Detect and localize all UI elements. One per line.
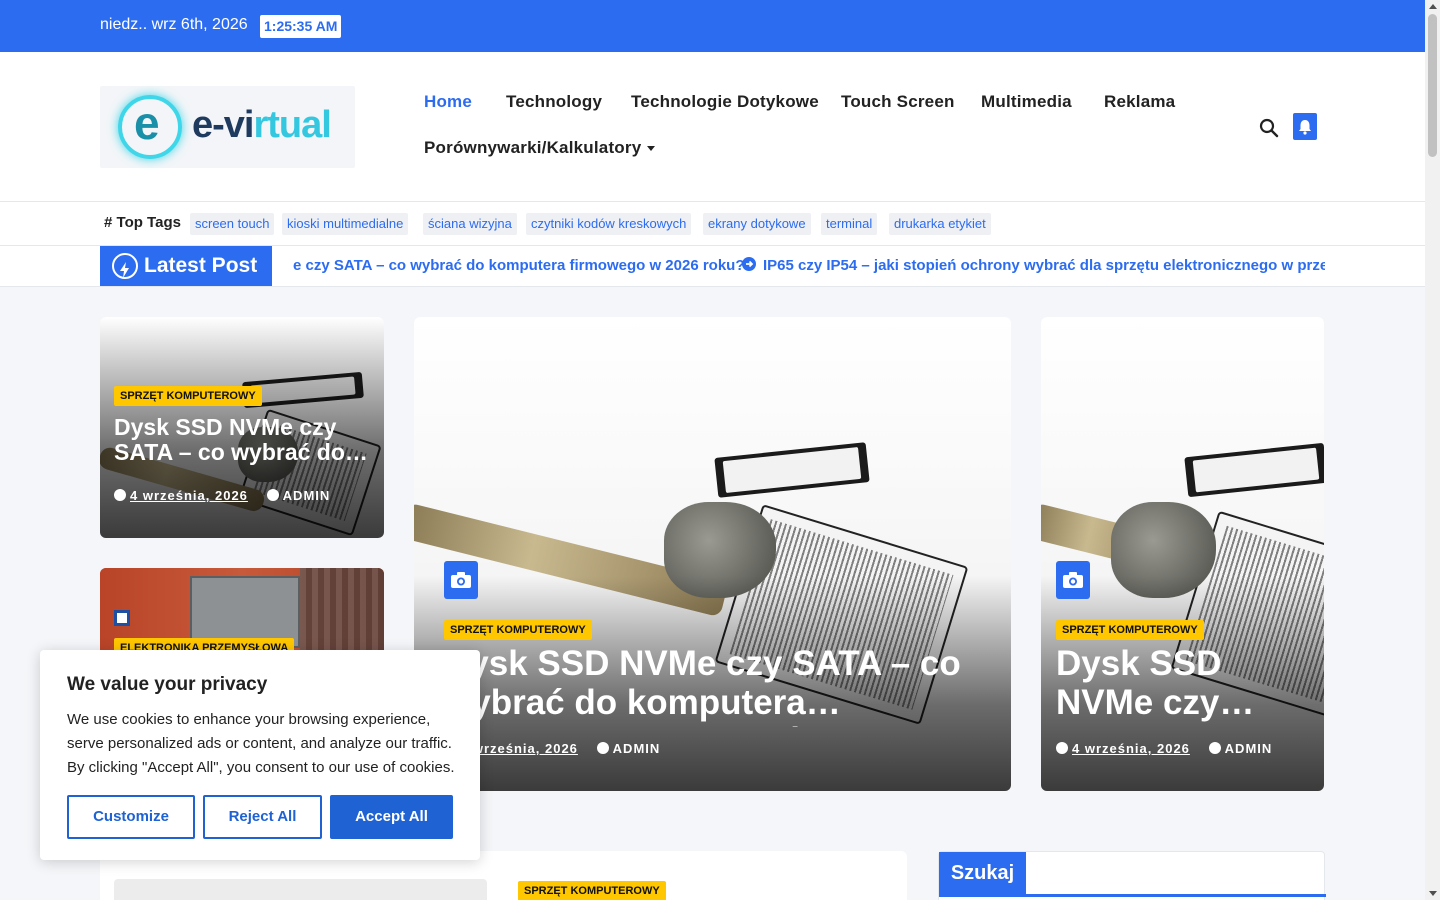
latest-post-label-text: Latest Post bbox=[144, 254, 258, 277]
bell-icon[interactable] bbox=[1293, 113, 1317, 140]
post-title[interactable]: Dysk SSD NVMe czy SATA – co wybrać do ko… bbox=[114, 415, 370, 469]
tag-link[interactable]: screen touch bbox=[190, 213, 275, 235]
logo-brand: e-virtual bbox=[192, 104, 332, 147]
pipes-image bbox=[300, 568, 384, 658]
nav-item-home[interactable]: Home bbox=[424, 92, 472, 112]
current-time: 1:25:35 AM bbox=[260, 15, 342, 38]
nav-item-porownywarki[interactable]: Porównywarki/Kalkulatory bbox=[424, 138, 656, 158]
cookie-title: We value your privacy bbox=[67, 674, 268, 695]
tag-link[interactable]: ściana wizyjna bbox=[423, 213, 517, 235]
arrow-circle-icon bbox=[742, 257, 756, 271]
ticker-item[interactable]: e czy SATA – co wybrać do komputera firm… bbox=[293, 257, 745, 274]
post-author[interactable]: ADMIN bbox=[613, 741, 661, 756]
site-logo[interactable]: e e-virtual bbox=[100, 86, 355, 168]
category-badge[interactable]: Sprzęt komputerowy bbox=[518, 881, 666, 900]
category-badge[interactable]: Sprzęt komputerowy bbox=[114, 386, 262, 406]
scroll-up-icon[interactable] bbox=[1429, 4, 1437, 9]
user-icon bbox=[596, 742, 609, 754]
post-date[interactable]: 4 września, 2026 bbox=[130, 488, 248, 503]
post-card-featured[interactable]: Sprzęt komputerowy Dysk SSD NVMe czy SAT… bbox=[414, 317, 1011, 791]
sidebar-heading-underline bbox=[939, 894, 1326, 897]
caret-down-icon bbox=[647, 146, 656, 152]
post-card-featured[interactable]: Sprzęt komputerowy Dysk SSD NVMe czy SAT… bbox=[1041, 317, 1324, 791]
cookie-body: We use cookies to enhance your browsing … bbox=[67, 711, 455, 776]
tag-link[interactable]: czytniki kodów kreskowych bbox=[526, 213, 692, 235]
nav-item-technology[interactable]: Technology bbox=[506, 92, 602, 112]
top-tags-heading-text: Top Tags bbox=[116, 214, 181, 231]
post-author[interactable]: ADMIN bbox=[283, 488, 331, 503]
post-title[interactable]: Dysk SSD NVMe czy SATA – co wybrać do ko… bbox=[1056, 645, 1311, 727]
category-badge[interactable]: Sprzęt komputerowy bbox=[1056, 620, 1204, 640]
post-card-small[interactable]: Elektronika przemysłowa bbox=[100, 568, 384, 658]
tag-link[interactable]: kioski multimedialne bbox=[282, 213, 409, 235]
top-bar: niedz.. wrz 6th, 2026 1:25:35 AM bbox=[0, 0, 1425, 52]
logo-brand-b: rtual bbox=[253, 104, 331, 146]
post-meta: 4 września, 2026 ADMIN bbox=[1056, 741, 1272, 756]
post-author[interactable]: ADMIN bbox=[1225, 741, 1273, 756]
bolt-icon bbox=[112, 253, 138, 279]
user-icon bbox=[1208, 742, 1221, 754]
customize-button[interactable]: Customize bbox=[67, 795, 195, 839]
clock-icon bbox=[114, 489, 126, 501]
search-icon[interactable] bbox=[1259, 118, 1279, 138]
scroll-down-icon[interactable] bbox=[1429, 891, 1437, 896]
ticker-track: e czy SATA – co wybrać do komputera firm… bbox=[293, 246, 1325, 286]
logo-mark: e bbox=[134, 97, 160, 149]
accept-all-button[interactable]: Accept All bbox=[330, 795, 453, 839]
post-title[interactable]: Dysk SSD NVMe czy SATA – co wybrać do ko… bbox=[444, 645, 984, 727]
clock-icon bbox=[1056, 742, 1068, 754]
cookie-consent-banner: We value your privacy We use cookies to … bbox=[40, 650, 480, 860]
post-date[interactable]: 4 września, 2026 bbox=[1072, 741, 1190, 756]
tag-link[interactable]: terminal bbox=[821, 213, 878, 235]
current-date: niedz.. wrz 6th, 2026 bbox=[100, 16, 248, 33]
nav-item-multimedia[interactable]: Multimedia bbox=[981, 92, 1072, 112]
tag-link[interactable]: ekrany dotykowe bbox=[703, 213, 811, 235]
category-badge[interactable]: Sprzęt komputerowy bbox=[444, 620, 592, 640]
sidebar-search-heading: Szukaj bbox=[939, 852, 1026, 894]
scrollbar-thumb[interactable] bbox=[1428, 14, 1437, 157]
latest-post-label: Latest Post bbox=[100, 246, 272, 286]
post-card-small[interactable]: Sprzęt komputerowy Dysk SSD NVMe czy SAT… bbox=[100, 317, 384, 538]
nav-item-reklama[interactable]: Reklama bbox=[1104, 92, 1175, 112]
logo-brand-a: e-vi bbox=[192, 104, 254, 146]
site-header: e e-virtual Home Technology Technologie … bbox=[0, 52, 1425, 202]
user-icon bbox=[266, 489, 279, 501]
top-tags-heading: # Top Tags bbox=[104, 214, 181, 231]
latest-post-ticker: Latest Post e czy SATA – co wybrać do ko… bbox=[0, 246, 1425, 287]
top-tags-bar: # Top Tags screen touch kioski multimedi… bbox=[0, 202, 1425, 246]
ticker-item[interactable]: IP65 czy IP54 – jaki stopień ochrony wyb… bbox=[742, 257, 1325, 274]
camera-icon bbox=[444, 561, 478, 599]
nav-item-touch-screen[interactable]: Touch Screen bbox=[841, 92, 955, 112]
page-scrollbar[interactable] bbox=[1425, 0, 1440, 900]
post-meta: 4 września, 2026 ADMIN bbox=[114, 488, 330, 503]
nav-item-technologie-dotykowe[interactable]: Technologie Dotykowe bbox=[631, 92, 819, 112]
reject-all-button[interactable]: Reject All bbox=[203, 795, 322, 839]
sign-image bbox=[114, 610, 130, 626]
nav-item-porownywarki-label: Porównywarki/Kalkulatory bbox=[424, 138, 642, 157]
ticker-item-text: IP65 czy IP54 – jaki stopień ochrony wyb… bbox=[763, 257, 1325, 274]
tag-link[interactable]: drukarka etykiet bbox=[889, 213, 991, 235]
sidebar-search-widget: Szukaj bbox=[938, 851, 1326, 900]
post-thumbnail[interactable] bbox=[114, 879, 487, 900]
camera-icon bbox=[1056, 561, 1090, 599]
